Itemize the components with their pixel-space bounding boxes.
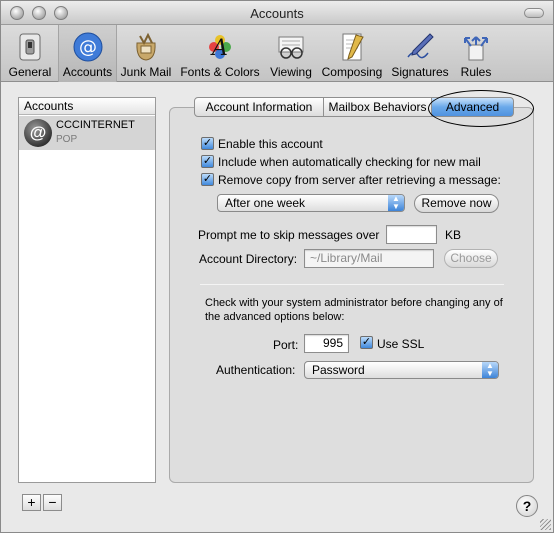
toolbar-rules-label: Rules: [460, 65, 492, 79]
remove-after-popup[interactable]: After one week ▲ ▼: [217, 194, 405, 212]
toolbar-general-label: General: [8, 65, 52, 79]
popup-arrows-icon: ▲ ▼: [482, 362, 498, 378]
title-bar: Accounts: [1, 1, 553, 25]
toolbar-accounts-label: Accounts: [62, 65, 113, 79]
prompt-size-field[interactable]: [386, 225, 437, 244]
resize-grip[interactable]: [540, 519, 551, 530]
window-title: Accounts: [250, 6, 304, 21]
authentication-popup[interactable]: Password ▲ ▼: [304, 361, 499, 379]
svg-text:@: @: [79, 37, 97, 58]
prompt-skip-label: Prompt me to skip messages over: [198, 228, 380, 242]
use-ssl-label: Use SSL: [377, 337, 425, 351]
toolbar-signatures[interactable]: Signatures: [389, 25, 451, 82]
port-label: Port:: [273, 338, 299, 352]
remove-after-value: After one week: [225, 196, 306, 210]
preferences-toolbar: General @ Accounts Junk Mail A Fonts & C…: [1, 25, 553, 82]
remove-now-button[interactable]: Remove now: [414, 194, 499, 213]
account-at-icon: @: [24, 119, 52, 147]
toolbar-accounts[interactable]: @ Accounts: [58, 25, 117, 82]
help-button[interactable]: ?: [516, 495, 538, 517]
choose-directory-button[interactable]: Choose: [444, 249, 498, 268]
toolbar-signatures-label: Signatures: [391, 65, 449, 79]
toolbar-viewing-label: Viewing: [270, 65, 312, 79]
account-row[interactable]: @ CCCINTERNET POP: [19, 116, 155, 150]
toolbar-fonts-colors-label: Fonts & Colors: [180, 65, 260, 79]
authentication-label: Authentication:: [216, 363, 296, 377]
toolbar-fonts-colors[interactable]: A Fonts & Colors: [177, 25, 263, 82]
rules-arrows-icon: [464, 36, 488, 61]
toolbar-toggle-button[interactable]: [524, 8, 544, 18]
authentication-value: Password: [312, 363, 365, 377]
accounts-window: Accounts General @ Accounts Junk Mail A …: [0, 0, 554, 533]
enable-account-checkbox[interactable]: ✓: [201, 137, 214, 150]
tab-mailbox-behaviors[interactable]: Mailbox Behaviors: [323, 97, 432, 117]
switch-icon: [19, 33, 41, 61]
toolbar-composing[interactable]: Composing: [319, 25, 385, 82]
highlight-annotation-ellipse: [428, 90, 534, 127]
tab-account-information[interactable]: Account Information: [194, 97, 324, 117]
accounts-list-header: Accounts: [19, 98, 155, 115]
port-field[interactable]: 995: [304, 334, 349, 353]
accounts-list: Accounts @ CCCINTERNET POP: [18, 97, 156, 483]
include-auto-check-checkbox[interactable]: ✓: [201, 155, 214, 168]
enable-account-label: Enable this account: [218, 137, 323, 151]
account-name: CCCINTERNET: [56, 119, 135, 131]
toolbar-junk-mail-label: Junk Mail: [120, 65, 172, 79]
junk-mail-bag-icon: [136, 32, 156, 61]
pen-signature-icon: [407, 33, 434, 59]
toolbar-rules[interactable]: Rules: [455, 25, 497, 82]
pencil-paper-icon: [342, 33, 364, 61]
add-account-button[interactable]: +: [22, 494, 41, 511]
account-type: POP: [56, 134, 78, 145]
toolbar-junk-mail[interactable]: Junk Mail: [119, 25, 173, 82]
section-separator: [200, 284, 504, 285]
remove-copy-label: Remove copy from server after retrieving…: [218, 173, 501, 187]
admin-note-line-1: Check with your system administrator bef…: [205, 297, 503, 309]
glasses-icon: [278, 36, 304, 59]
toolbar-general[interactable]: General: [4, 25, 56, 82]
toolbar-viewing[interactable]: Viewing: [266, 25, 316, 82]
remove-account-button[interactable]: −: [43, 494, 62, 511]
svg-text:A: A: [210, 36, 228, 61]
use-ssl-checkbox[interactable]: ✓: [360, 336, 373, 349]
admin-note-line-2: the advanced options below:: [205, 311, 345, 323]
font-palette-icon: A: [209, 35, 231, 61]
remove-copy-checkbox[interactable]: ✓: [201, 173, 214, 186]
include-auto-check-label: Include when automatically checking for …: [218, 155, 481, 169]
account-directory-field[interactable]: ~/Library/Mail: [304, 249, 434, 268]
prompt-unit-label: KB: [445, 228, 462, 242]
popup-arrows-icon: ▲ ▼: [388, 195, 404, 211]
at-sign-icon: @: [73, 32, 102, 62]
toolbar-composing-label: Composing: [321, 65, 383, 79]
account-directory-label: Account Directory:: [199, 252, 298, 266]
